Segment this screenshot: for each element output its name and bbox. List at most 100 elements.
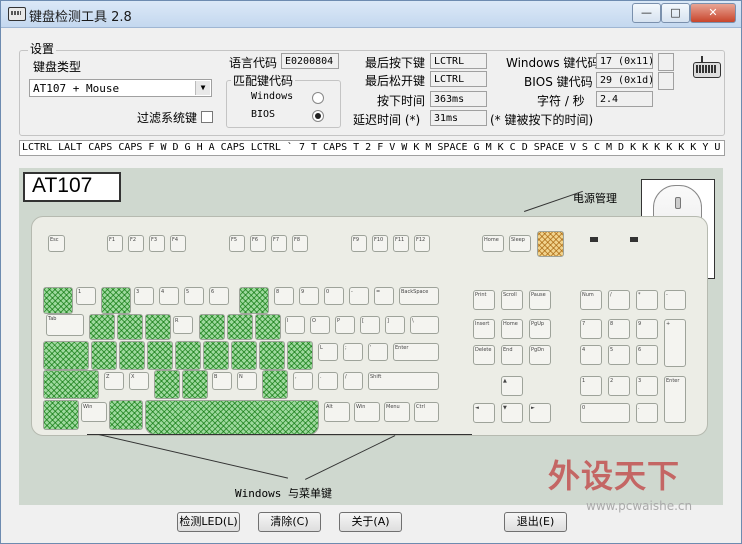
key-x: X	[129, 372, 149, 390]
key-n: N	[237, 372, 257, 390]
filter-system-keys-checkbox[interactable]	[201, 111, 213, 123]
key-num-1: 1	[580, 376, 602, 396]
close-button[interactable]: ✕	[690, 3, 736, 23]
key-backslash: \	[410, 316, 439, 334]
match-windows-radio[interactable]	[312, 92, 324, 104]
minimize-button[interactable]: —	[632, 3, 661, 23]
key-f9: F9	[351, 235, 367, 252]
key-0: 0	[324, 287, 344, 305]
key-f5: F5	[229, 235, 245, 252]
kb-type-value: AT107 + Mouse	[33, 82, 120, 95]
rate-field: 2.4	[596, 91, 653, 107]
key-lwin: Win	[81, 402, 107, 422]
last-down-label: 最后按下键	[365, 56, 426, 70]
key-esc: Esc	[48, 235, 65, 252]
key-power-highlighted	[537, 231, 564, 257]
match-bios-radio[interactable]	[312, 110, 324, 122]
winmenu-leader-left	[98, 434, 289, 479]
key-p: P	[335, 316, 355, 334]
key-f3: F3	[149, 235, 165, 252]
key-c-highlighted	[154, 370, 180, 399]
settings-group-title: 设置	[28, 40, 57, 57]
about-button[interactable]: 关于(A)	[339, 512, 402, 532]
key-num-divide: /	[608, 290, 630, 310]
main-window: 键盘检测工具 2.8 — □ ✕ 设置 键盘类型 AT107 + Mouse ▼…	[0, 0, 742, 544]
key-lbracket: [	[360, 316, 380, 334]
key-numlock: Num	[580, 290, 602, 310]
key-f6: F6	[250, 235, 266, 252]
win-code-field: 17 (0x11)	[596, 53, 653, 69]
keyboard-panel: AT107 电源管理 Esc F1 F2 F3 F4 F5 F6 F7 F8 F…	[19, 168, 723, 513]
winmenu-label: Windows 与菜单键	[235, 487, 332, 500]
last-up-label: 最后松开键	[365, 74, 426, 88]
key-num-plus: +	[664, 319, 686, 367]
key-v-highlighted	[182, 370, 208, 399]
watermark-url: www.pcwaishe.cn	[586, 499, 693, 513]
key-minus: -	[349, 287, 369, 305]
window-title: 键盘检测工具 2.8	[29, 10, 132, 25]
key-f4: F4	[170, 235, 186, 252]
key-end: End	[501, 345, 523, 365]
key-g-highlighted	[203, 341, 229, 370]
key-lctrl-highlighted	[43, 400, 79, 430]
key-right: ►	[529, 403, 551, 423]
key-k-highlighted	[287, 341, 313, 370]
lang-code-label: 语言代码	[229, 56, 278, 70]
press-time-field: 363ms	[430, 91, 487, 107]
keyboard-app-icon	[8, 7, 26, 21]
key-lshift-highlighted	[43, 370, 99, 399]
key-u-highlighted	[255, 314, 281, 340]
key-num-4: 4	[580, 345, 602, 365]
title-bar[interactable]: 键盘检测工具 2.8 — □ ✕	[1, 1, 741, 28]
key-w-highlighted	[117, 314, 143, 340]
winmenu-leader-right	[305, 435, 396, 480]
match-windows-label: Windows	[251, 91, 294, 102]
key-num-enter: Enter	[664, 376, 686, 423]
key-scroll: Scroll	[501, 290, 523, 310]
led-caps	[630, 237, 638, 242]
key-num-2: 2	[608, 376, 630, 396]
key-1: 1	[76, 287, 96, 305]
win-code-indicator	[658, 53, 674, 71]
key-menu: Menu	[384, 402, 410, 422]
key-backtick-highlighted	[43, 287, 73, 314]
key-lalt-highlighted	[109, 400, 143, 430]
detect-led-button[interactable]: 检测LED(L)	[177, 512, 240, 532]
key-pause: Pause	[529, 290, 551, 310]
match-bios-label: BIOS	[251, 109, 276, 120]
key-e-highlighted	[145, 314, 171, 340]
delay-label: 延迟时间 (*)	[353, 113, 421, 127]
key-f1: F1	[107, 235, 123, 252]
key-num-5: 5	[608, 345, 630, 365]
key-f7: F7	[271, 235, 287, 252]
key-num-7: 7	[580, 319, 602, 339]
key-6: 6	[209, 287, 229, 305]
key-left: ◄	[473, 403, 495, 423]
key-semicolon: ;	[343, 343, 363, 361]
key-space-highlighted	[145, 400, 319, 435]
maximize-button[interactable]: □	[661, 3, 690, 23]
kb-type-select[interactable]: AT107 + Mouse ▼	[29, 79, 212, 97]
exit-button[interactable]: 退出(E)	[504, 512, 567, 532]
key-o: O	[310, 316, 330, 334]
rate-label: 字符 / 秒	[537, 94, 585, 108]
clear-button[interactable]: 清除(C)	[258, 512, 321, 532]
key-slash: /	[343, 372, 363, 390]
chevron-down-icon[interactable]: ▼	[195, 81, 210, 95]
key-sleep: Sleep	[509, 235, 531, 252]
key-home: Home	[501, 319, 523, 339]
key-num-9: 9	[636, 319, 658, 339]
key-5: 5	[184, 287, 204, 305]
key-rwin: Win	[354, 402, 380, 422]
key-f2: F2	[128, 235, 144, 252]
bios-code-field: 29 (0x1d)	[596, 72, 653, 88]
key-q-highlighted	[89, 314, 115, 340]
key-f11: F11	[393, 235, 409, 252]
key-j-highlighted	[259, 341, 285, 370]
winmenu-bracket-line	[87, 434, 472, 435]
keyboard-body: Esc F1 F2 F3 F4 F5 F6 F7 F8 F9 F10 F11 F…	[31, 216, 708, 436]
key-num-3: 3	[636, 376, 658, 396]
match-code-title: 匹配键代码	[231, 72, 296, 89]
key-up: ▲	[501, 376, 523, 396]
key-f8: F8	[292, 235, 308, 252]
